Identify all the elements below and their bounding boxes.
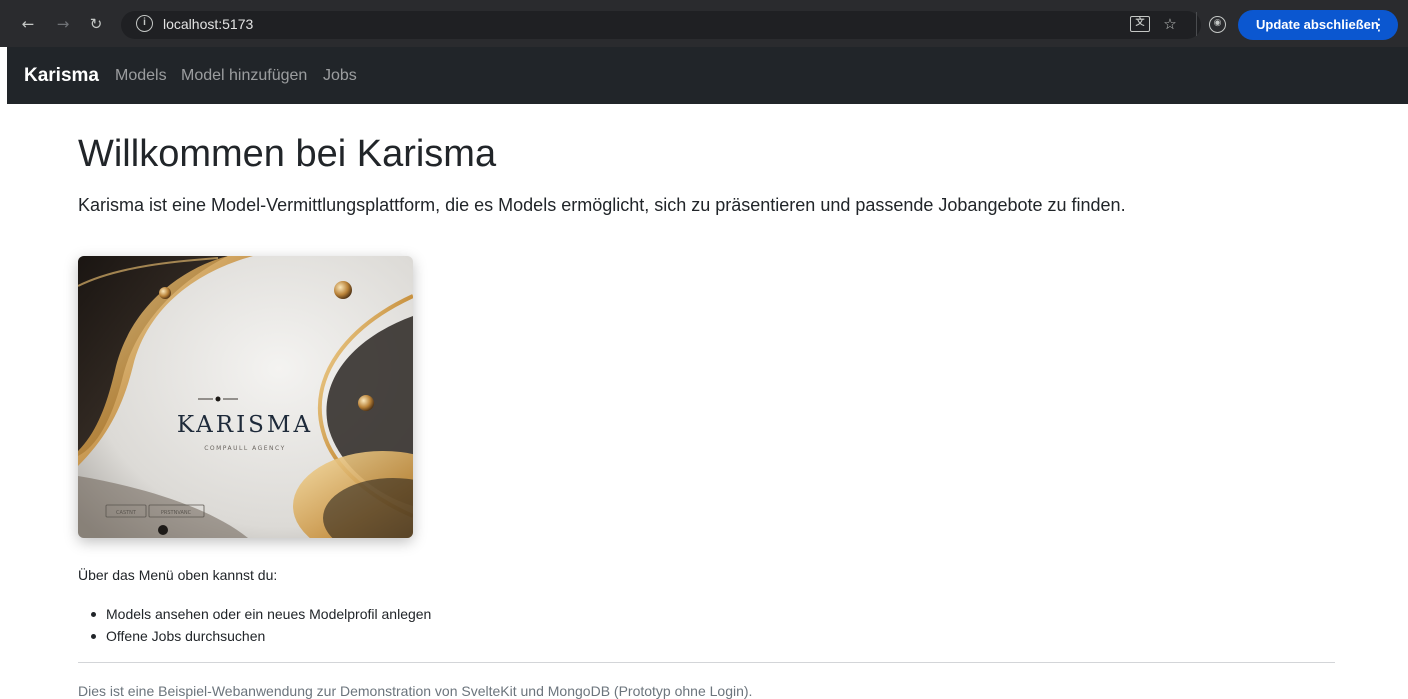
site-info-icon[interactable]: i [136,15,153,32]
forward-arrow-icon[interactable]: → [53,14,73,34]
hero-image: KARISMA COMPAULL AGENCY CASTNT PRSTNVANC [78,256,413,538]
more-vert-icon[interactable]: ⋮ [1371,10,1387,40]
hero-button-a: CASTNT [116,510,137,516]
page-title: Willkommen bei Karisma [78,133,497,175]
hero-logo-text: KARISMA [177,412,313,438]
update-button-label: Update abschließen [1256,17,1379,32]
nav-link-jobs[interactable]: Jobs [323,67,357,85]
browser-toolbar: ← → ↻ i localhost:5173 文 ☆ ◉ Update absc… [0,0,1408,47]
address-url[interactable]: localhost:5173 [163,15,253,33]
divider [78,662,1335,663]
hero-button-b: PRSTNVANC [161,510,192,516]
back-arrow-icon[interactable]: ← [18,14,38,34]
bookmark-star-icon[interactable]: ☆ [1160,14,1180,34]
list-item: Offene Jobs durchsuchen [78,625,431,647]
list-item: Models ansehen oder ein neues Modelprofi… [78,603,431,625]
navbar-brand[interactable]: Karisma [24,65,99,87]
profile-icon[interactable]: ◉ [1209,16,1226,33]
hero-tagline: COMPAULL AGENCY [204,445,286,452]
translate-icon[interactable]: 文 [1130,16,1150,32]
footer-note: Dies ist eine Beispiel-Webanwendung zur … [78,683,753,699]
nav-link-models[interactable]: Models [115,67,167,85]
lead-paragraph: Karisma ist eine Model-Vermittlungsplatt… [78,195,1126,215]
app-navbar: Karisma Models Model hinzufügen Jobs [7,47,1408,104]
reload-icon[interactable]: ↻ [86,14,106,34]
intro-text: Über das Menü oben kannst du: [78,567,278,583]
address-bar[interactable] [121,11,1201,39]
update-button[interactable]: Update abschließen ⋮ [1238,10,1398,40]
feature-list: Models ansehen oder ein neues Modelprofi… [78,603,431,647]
nav-link-add-model[interactable]: Model hinzufügen [181,67,307,85]
toolbar-divider [1196,12,1197,36]
